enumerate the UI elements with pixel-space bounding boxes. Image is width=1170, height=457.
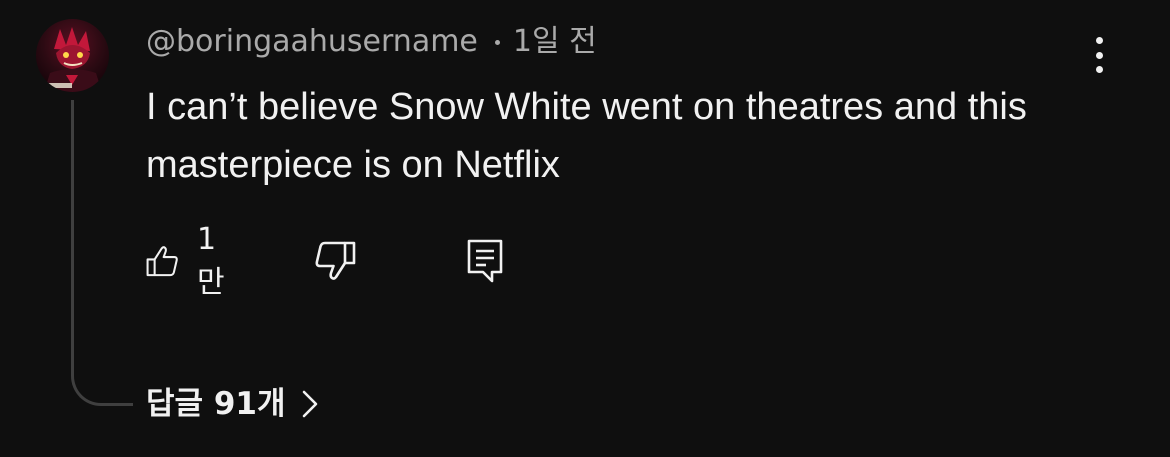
comment-meta: @boringaahusername 1일 전: [146, 22, 597, 62]
replies-count-label: 답글 91개: [146, 386, 286, 422]
vertical-ellipsis-icon-dot: [1095, 51, 1103, 59]
more-options-button[interactable]: [1082, 34, 1116, 76]
separator-dot: [494, 39, 500, 45]
view-replies-button[interactable]: 답글 91개: [146, 381, 318, 427]
author-name[interactable]: @boringaahusername: [146, 22, 478, 62]
vertical-ellipsis-icon-dot: [1095, 66, 1103, 73]
thumbs-up-icon: [146, 246, 178, 277]
vertical-ellipsis-icon: [1095, 37, 1103, 44]
comment-text: I can’t believe Snow White went on theat…: [146, 86, 1027, 186]
reply-button[interactable]: [466, 236, 504, 286]
like-button[interactable]: 1만: [146, 222, 234, 300]
dislike-button[interactable]: [314, 236, 356, 286]
thread-connector-line: [71, 100, 133, 406]
chevron-right-icon: [302, 390, 317, 418]
comment-timestamp: 1일 전: [512, 24, 597, 59]
comment-reply-icon: [467, 239, 503, 283]
like-count: 1만: [196, 221, 225, 300]
thumbs-down-icon: [315, 241, 356, 280]
comment-thread: @boringaahusername 1일 전 I can’t believe …: [0, 0, 1170, 457]
avatar[interactable]: [36, 19, 109, 92]
avatar-image: [36, 19, 109, 92]
